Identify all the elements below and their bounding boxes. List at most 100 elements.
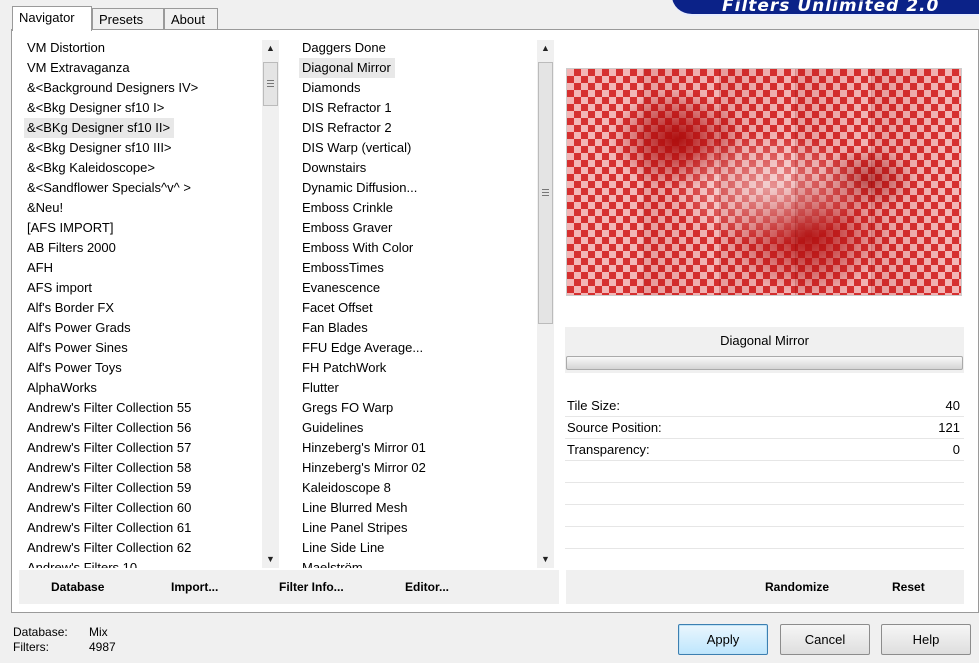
filter-item[interactable]: Gregs FO Warp bbox=[299, 398, 535, 418]
scroll-up-arrow-icon[interactable]: ▲ bbox=[537, 40, 554, 57]
category-scroll-thumb[interactable] bbox=[263, 62, 278, 106]
filter-item[interactable]: Maelström bbox=[299, 558, 535, 568]
brand-title: Filters Unlimited 2.0 bbox=[722, 0, 940, 16]
item-label: [AFS IMPORT] bbox=[27, 220, 114, 235]
scroll-up-arrow-icon[interactable]: ▲ bbox=[262, 40, 279, 57]
apply-button[interactable]: Apply bbox=[678, 624, 768, 655]
item-label: Emboss Crinkle bbox=[302, 200, 394, 215]
category-item[interactable]: Andrew's Filter Collection 57 bbox=[24, 438, 262, 458]
right-button-bar: Randomize Reset bbox=[566, 570, 964, 604]
import-button[interactable]: Import... bbox=[171, 580, 218, 594]
filter-item[interactable]: Evanescence bbox=[299, 278, 535, 298]
filter-item[interactable]: Emboss Graver bbox=[299, 218, 535, 238]
category-item[interactable]: Andrew's Filter Collection 58 bbox=[24, 458, 262, 478]
item-label: DIS Refractor 2 bbox=[302, 120, 392, 135]
category-item[interactable]: Andrew's Filter Collection 59 bbox=[24, 478, 262, 498]
filter-item[interactable]: Kaleidoscope 8 bbox=[299, 478, 535, 498]
scroll-down-arrow-icon[interactable]: ▼ bbox=[262, 551, 279, 568]
category-scrollbar[interactable]: ▲ ▼ bbox=[262, 40, 279, 568]
filter-item[interactable]: Hinzeberg's Mirror 02 bbox=[299, 458, 535, 478]
category-list[interactable]: VM Distortion VM Extravaganza &<Background… bbox=[24, 38, 262, 568]
filter-item[interactable]: Hinzeberg's Mirror 01 bbox=[299, 438, 535, 458]
reset-button[interactable]: Reset bbox=[892, 580, 925, 594]
randomize-button[interactable]: Randomize bbox=[765, 580, 829, 594]
filter-item[interactable]: Daggers Done bbox=[299, 38, 535, 58]
filter-item[interactable]: Flutter bbox=[299, 378, 535, 398]
category-item[interactable]: &<Sandflower Specials^v^ > bbox=[24, 178, 262, 198]
category-item[interactable]: &Neu! bbox=[24, 198, 262, 218]
param-tile-size[interactable]: Tile Size: 40 bbox=[565, 395, 964, 417]
item-label: FH PatchWork bbox=[302, 360, 387, 375]
help-button[interactable]: Help bbox=[881, 624, 971, 655]
editor-button[interactable]: Editor... bbox=[405, 580, 449, 594]
filter-item[interactable]: DIS Warp (vertical) bbox=[299, 138, 535, 158]
item-label: Diagonal Mirror bbox=[302, 60, 391, 75]
category-item[interactable]: Andrew's Filter Collection 56 bbox=[24, 418, 262, 438]
category-item[interactable]: Andrew's Filter Collection 61 bbox=[24, 518, 262, 538]
filter-item[interactable]: Diamonds bbox=[299, 78, 535, 98]
category-item[interactable]: Andrew's Filter Collection 60 bbox=[24, 498, 262, 518]
category-item[interactable]: Andrew's Filters 10 bbox=[24, 558, 262, 568]
filter-list[interactable]: Daggers Done Diagonal Mirror Diamonds DIS R… bbox=[299, 38, 535, 568]
slider-track[interactable] bbox=[566, 356, 963, 370]
filter-item[interactable]: Emboss Crinkle bbox=[299, 198, 535, 218]
category-item[interactable]: AFS import bbox=[24, 278, 262, 298]
param-source-position[interactable]: Source Position: 121 bbox=[565, 417, 964, 439]
filter-item[interactable]: Line Panel Stripes bbox=[299, 518, 535, 538]
filter-item[interactable]: DIS Refractor 1 bbox=[299, 98, 535, 118]
category-item[interactable]: AlphaWorks bbox=[24, 378, 262, 398]
category-item[interactable]: AB Filters 2000 bbox=[24, 238, 262, 258]
scroll-down-arrow-icon[interactable]: ▼ bbox=[537, 551, 554, 568]
category-item[interactable]: Alf's Power Grads bbox=[24, 318, 262, 338]
filter-item[interactable]: Line Side Line bbox=[299, 538, 535, 558]
left-button-bar: Database Import... Filter Info... Editor… bbox=[19, 570, 559, 604]
tab-navigator[interactable]: Navigator bbox=[12, 6, 92, 31]
filter-item[interactable]: Downstairs bbox=[299, 158, 535, 178]
cancel-button[interactable]: Cancel bbox=[780, 624, 870, 655]
category-item[interactable]: VM Distortion bbox=[24, 38, 262, 58]
item-label: &<Bkg Designer sf10 III> bbox=[27, 140, 172, 155]
item-label: Line Blurred Mesh bbox=[302, 500, 408, 515]
item-label: Facet Offset bbox=[302, 300, 373, 315]
filter-item[interactable]: Fan Blades bbox=[299, 318, 535, 338]
param-label: Tile Size: bbox=[567, 398, 620, 413]
category-item[interactable]: Andrew's Filter Collection 55 bbox=[24, 398, 262, 418]
filter-item[interactable]: FH PatchWork bbox=[299, 358, 535, 378]
filter-item[interactable]: Guidelines bbox=[299, 418, 535, 438]
filter-info-button[interactable]: Filter Info... bbox=[279, 580, 344, 594]
category-item[interactable]: Andrew's Filter Collection 62 bbox=[24, 538, 262, 558]
item-label: AlphaWorks bbox=[27, 380, 97, 395]
param-value: 121 bbox=[938, 420, 960, 435]
category-item[interactable]: AFH bbox=[24, 258, 262, 278]
item-label: Andrew's Filter Collection 55 bbox=[27, 400, 192, 415]
filter-item[interactable]: DIS Refractor 2 bbox=[299, 118, 535, 138]
param-transparency[interactable]: Transparency: 0 bbox=[565, 439, 964, 461]
preview-stripe bbox=[719, 69, 795, 295]
filter-scroll-thumb[interactable] bbox=[538, 62, 553, 324]
category-item[interactable]: Alf's Border FX bbox=[24, 298, 262, 318]
item-label: Andrew's Filter Collection 61 bbox=[27, 520, 192, 535]
filter-item[interactable]: Emboss With Color bbox=[299, 238, 535, 258]
filter-scrollbar[interactable]: ▲ ▼ bbox=[537, 40, 554, 568]
category-item[interactable]: &<Bkg Designer sf10 I> bbox=[24, 98, 262, 118]
category-item[interactable]: VM Extravaganza bbox=[24, 58, 262, 78]
filters-count-value: 4987 bbox=[89, 640, 116, 654]
category-item[interactable]: &<Bkg Kaleidoscope> bbox=[24, 158, 262, 178]
filter-item[interactable]: Dynamic Diffusion... bbox=[299, 178, 535, 198]
category-item[interactable]: Alf's Power Toys bbox=[24, 358, 262, 378]
tab-presets[interactable]: Presets bbox=[92, 8, 164, 30]
filter-item[interactable]: Facet Offset bbox=[299, 298, 535, 318]
parameter-slider[interactable] bbox=[565, 355, 964, 373]
filter-item[interactable]: Diagonal Mirror bbox=[299, 58, 395, 78]
category-item[interactable]: &<BKg Designer sf10 II> bbox=[24, 118, 175, 138]
category-item[interactable]: [AFS IMPORT] bbox=[24, 218, 262, 238]
filter-item[interactable]: Line Blurred Mesh bbox=[299, 498, 535, 518]
database-button[interactable]: Database bbox=[51, 580, 104, 594]
category-item[interactable]: Alf's Power Sines bbox=[24, 338, 262, 358]
category-item[interactable]: &<Bkg Designer sf10 III> bbox=[24, 138, 262, 158]
filter-item[interactable]: FFU Edge Average... bbox=[299, 338, 535, 358]
filter-item[interactable]: EmbossTimes bbox=[299, 258, 535, 278]
tab-about[interactable]: About bbox=[164, 8, 218, 30]
category-item[interactable]: &<Background Designers IV> bbox=[24, 78, 262, 98]
item-label: &<Bkg Kaleidoscope> bbox=[27, 160, 155, 175]
